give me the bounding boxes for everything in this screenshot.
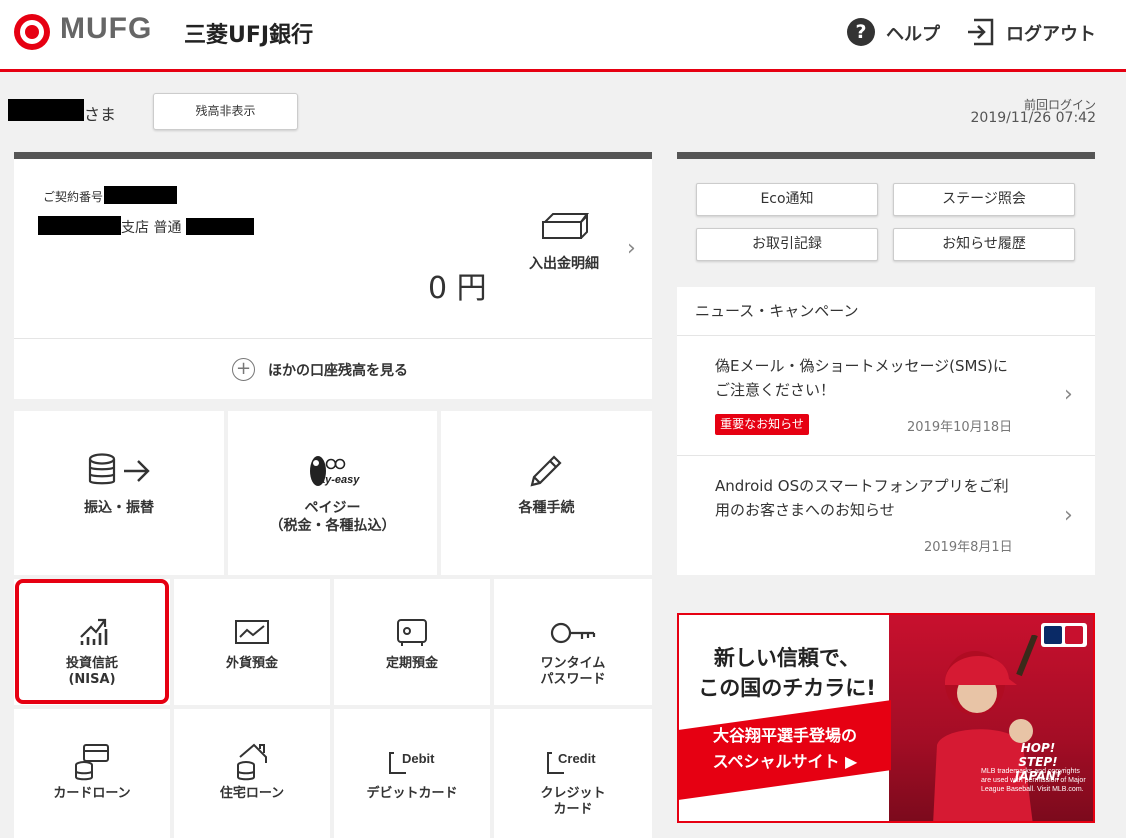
transfer-tile[interactable]: 振込・振替: [14, 411, 224, 575]
ohtani-campaign-banner[interactable]: 新しい信頼で、 この国のチカラに! 大谷翔平選手登場の スペシャルサイト ▶ H…: [677, 613, 1095, 823]
logout-link[interactable]: ログアウト: [1006, 20, 1096, 46]
redacted-account-number: [186, 218, 254, 235]
foreign-deposit-tile[interactable]: 外貨預金: [174, 579, 330, 705]
hide-balance-button[interactable]: 残高非表示: [153, 93, 298, 130]
payeasy-logo-text: ay-easy: [319, 474, 360, 486]
banner-sub-2: スペシャルサイト ▶: [712, 752, 858, 771]
card-loan-tile[interactable]: カードローン: [14, 709, 170, 838]
housing-loan-tile[interactable]: 住宅ローン: [174, 709, 330, 838]
banner-fine-print: MLB trademarks and copyrights are used w…: [981, 768, 1086, 793]
procedures-tile[interactable]: 各種手続: [441, 411, 652, 575]
plus-circle-icon[interactable]: +: [232, 358, 255, 381]
other-accounts-label[interactable]: ほかの口座残高を見る: [268, 360, 408, 380]
news-item-2-date: 2019年8月1日: [924, 540, 1013, 555]
credit-card-icon: Credit: [547, 751, 596, 774]
chart-screen-icon: [235, 620, 269, 644]
news-item-1-date: 2019年10月18日: [907, 420, 1013, 435]
key-icon: [550, 622, 596, 644]
transfer-label: 振込・振替: [84, 500, 154, 516]
card-loan-icon: [75, 744, 109, 781]
news-item-1-line-1[interactable]: 偽Eメール・偽ショートメッセージ(SMS)に: [715, 354, 1025, 378]
payeasy-logo: ay-easy: [310, 456, 360, 486]
news-item-1-line-2[interactable]: ご注意ください！: [715, 378, 1025, 402]
news-item-2-line-2[interactable]: 用のお客さまへのお知らせ: [715, 498, 1025, 522]
transaction-history-button[interactable]: お取引記録: [696, 228, 878, 261]
logo-text[interactable]: MUFG: [60, 12, 152, 46]
safe-icon: [397, 619, 427, 646]
stage-inquiry-button[interactable]: ステージ照会: [893, 183, 1075, 216]
branch-account-type: 支店 普通: [121, 220, 182, 236]
notice-history-button[interactable]: お知らせ履歴: [893, 228, 1075, 261]
debit-card-icon: Debit: [389, 751, 435, 774]
passbook-icon[interactable]: [541, 212, 589, 240]
payeasy-tile[interactable]: ay-easy ペイジー （税金・各種払込）: [228, 411, 437, 575]
time-deposit-tile[interactable]: 定期預金: [334, 579, 490, 705]
chevron-right-icon[interactable]: ›: [1064, 503, 1073, 528]
debit-card-label: デビットカード: [366, 786, 458, 801]
one-time-password-label-1: ワンタイム: [540, 656, 606, 671]
redacted-branch-name: [38, 216, 121, 235]
debit-icon-text: Debit: [402, 751, 435, 766]
time-deposit-label: 定期預金: [385, 656, 438, 671]
quick-links-panel: [677, 152, 1095, 287]
redacted-contract-number: [104, 186, 177, 204]
baseball-player-image: [933, 635, 1038, 821]
mufg-logo-icon[interactable]: [14, 14, 50, 50]
last-login-date: 2019/11/26 07:42: [970, 110, 1097, 126]
chevron-right-icon[interactable]: ›: [627, 236, 636, 261]
statement-link[interactable]: 入出金明細: [529, 253, 599, 273]
news-item-2-line-1[interactable]: Android OSのスマートフォンアプリをご利: [715, 474, 1025, 498]
banner-headline-2: この国のチカラに!: [698, 676, 876, 700]
logout-icon[interactable]: [966, 16, 996, 48]
procedures-label: 各種手続: [518, 500, 575, 516]
bank-name: 三菱UFJ銀行: [184, 23, 314, 48]
credit-icon-text: Credit: [558, 751, 596, 766]
news-title: ニュース・キャンペーン: [695, 302, 859, 320]
customer-honorific: さま: [84, 105, 117, 124]
house-loan-icon: [237, 743, 267, 781]
payeasy-label-2: （税金・各種払込）: [269, 518, 396, 534]
housing-loan-label: 住宅ローン: [219, 786, 285, 801]
credit-card-label-2: カード: [553, 802, 593, 817]
help-icon[interactable]: ?: [847, 18, 875, 46]
redacted-customer-name: [8, 99, 84, 121]
banner-hop-1: HOP!: [1020, 741, 1056, 755]
foreign-deposit-label: 外貨預金: [225, 656, 278, 671]
one-time-password-tile[interactable]: ワンタイム パスワード: [494, 579, 652, 705]
header: MUFG 三菱UFJ銀行 ? ヘルプ ログアウト: [0, 0, 1126, 72]
debit-card-tile[interactable]: Debit デビットカード: [334, 709, 490, 838]
highlight-outline: [15, 579, 169, 704]
one-time-password-label-2: パスワード: [540, 672, 606, 687]
news-divider: [677, 335, 1095, 336]
banner-headline-1: 新しい信頼で、: [713, 646, 861, 670]
mlb-logo-icon: [1041, 623, 1087, 647]
important-notice-badge: 重要なお知らせ: [715, 414, 809, 435]
card-loan-label: カードローン: [53, 786, 131, 801]
eco-notice-button[interactable]: Eco通知: [696, 183, 878, 216]
contract-number-label: ご契約番号: [43, 190, 104, 204]
credit-card-tile[interactable]: Credit クレジット カード: [494, 709, 652, 838]
payeasy-label-1: ペイジー: [304, 500, 361, 516]
account-balance: 0 円: [428, 271, 487, 306]
credit-card-label-1: クレジット: [540, 786, 606, 801]
coins-arrow-icon: [88, 453, 150, 485]
pencil-icon: [530, 455, 562, 487]
help-link[interactable]: ヘルプ: [886, 20, 940, 46]
news-divider: [677, 455, 1095, 456]
banner-sub-1: 大谷翔平選手登場の: [712, 726, 857, 745]
chevron-right-icon[interactable]: ›: [1064, 382, 1073, 407]
